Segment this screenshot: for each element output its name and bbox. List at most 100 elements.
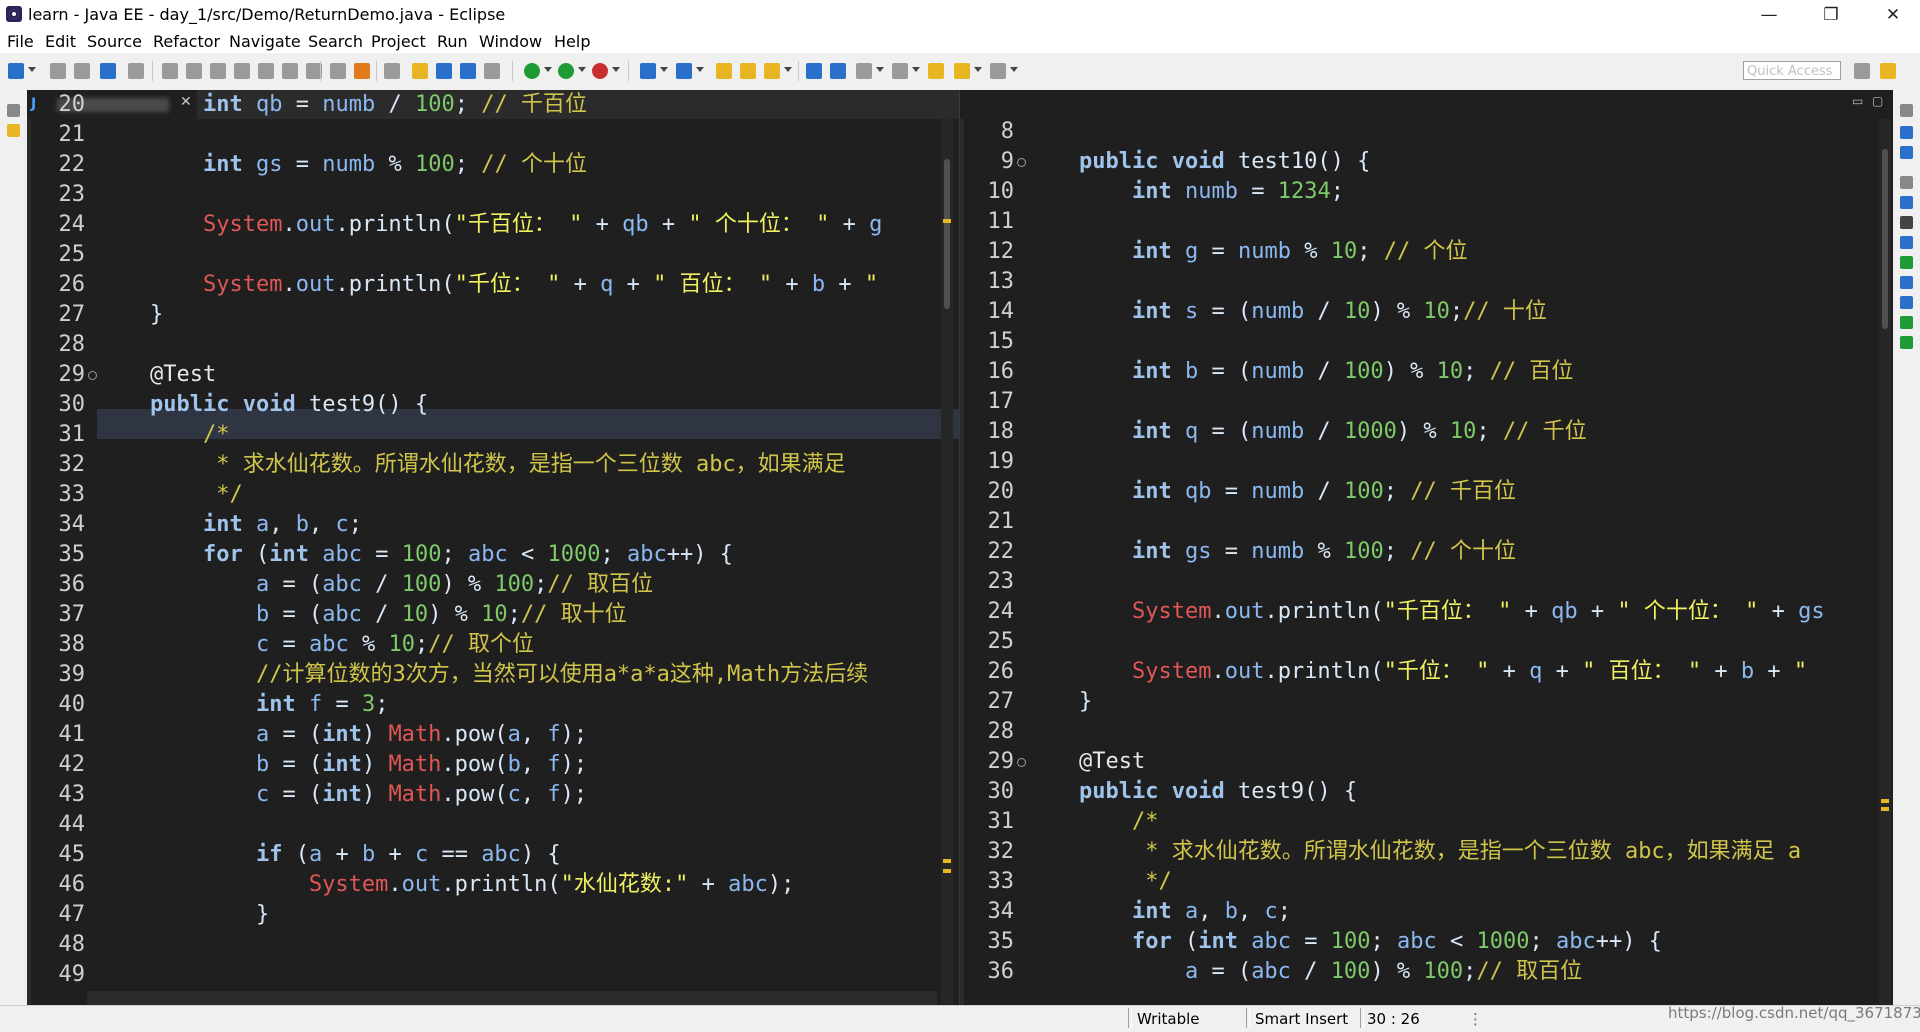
code-line[interactable]: /*: [1026, 807, 1159, 837]
code-line[interactable]: * 求水仙花数。所谓水仙花数，是指一个三位数 abc，如果满足: [97, 450, 845, 480]
code-line[interactable]: int q = (numb / 1000) % 10; // 千位: [1026, 417, 1587, 447]
console-view-icon[interactable]: [1900, 296, 1913, 309]
code-line[interactable]: int a, b, c;: [97, 510, 362, 540]
menu-run[interactable]: Run: [437, 32, 468, 51]
step-over-icon[interactable]: [282, 63, 298, 79]
use-step-filters-icon[interactable]: [354, 63, 370, 79]
horizontal-scrollbar[interactable]: [87, 991, 937, 1005]
back-arrow-icon[interactable]: [954, 63, 970, 79]
maximize-view-icon[interactable]: ▢: [1872, 94, 1883, 108]
save-all-icon[interactable]: [74, 63, 90, 79]
coverage-dropdown-icon[interactable]: [612, 67, 620, 72]
menu-help[interactable]: Help: [554, 32, 590, 51]
code-line[interactable]: public void test9() {: [1026, 777, 1357, 807]
pin-editor-icon[interactable]: [856, 63, 872, 79]
minimize-view-icon[interactable]: ▭: [1852, 94, 1863, 108]
code-line[interactable]: int g = numb % 10; // 个位: [1026, 237, 1467, 267]
block-select-icon[interactable]: [436, 63, 452, 79]
run-icon[interactable]: [558, 63, 574, 79]
last-edit-icon[interactable]: [928, 63, 944, 79]
fold-toggle-icon[interactable]: [1017, 158, 1026, 167]
word-wrap-icon[interactable]: [460, 63, 476, 79]
resume-icon[interactable]: [162, 63, 178, 79]
restore-view-icon[interactable]: [1900, 104, 1913, 117]
code-line[interactable]: int numb = 1234;: [1026, 177, 1344, 207]
code-line[interactable]: int b = (numb / 100) % 10; // 百位: [1026, 357, 1573, 387]
code-line[interactable]: }: [1026, 687, 1092, 717]
fold-toggle-icon[interactable]: [1017, 758, 1026, 767]
new-java-project-icon[interactable]: [640, 63, 656, 79]
debug-view-icon[interactable]: [1900, 336, 1913, 349]
status-insert-mode[interactable]: Smart Insert: [1255, 1010, 1348, 1028]
code-line[interactable]: if (a + b + c == abc) {: [97, 840, 561, 870]
vertical-scrollbar[interactable]: [1879, 119, 1891, 1005]
close-button[interactable]: ✕: [1870, 0, 1916, 30]
code-line[interactable]: @Test: [1026, 747, 1145, 777]
code-line[interactable]: a = (abc / 100) % 100;// 取百位: [1026, 957, 1582, 987]
search-dropdown-icon[interactable]: [784, 67, 792, 72]
open-type-icon[interactable]: [716, 63, 732, 79]
restore-button[interactable]: ❐: [1808, 0, 1854, 30]
coverage-icon[interactable]: [592, 63, 608, 79]
new-class-icon[interactable]: [676, 63, 692, 79]
overview-marker[interactable]: [1881, 807, 1889, 811]
code-line[interactable]: System.out.println("千位： " + q + " 百位： " …: [97, 270, 878, 300]
debug-dropdown-icon[interactable]: [544, 67, 552, 72]
scroll-thumb[interactable]: [1882, 149, 1888, 329]
right-editor[interactable]: ▭ ▢ 8 9 public void test10() {10 int numb…: [960, 90, 1893, 1005]
overview-marker[interactable]: [943, 859, 951, 863]
menu-navigate[interactable]: Navigate: [229, 32, 301, 51]
restore-bottom-icon[interactable]: [1900, 176, 1913, 189]
menu-refactor[interactable]: Refactor: [153, 32, 220, 51]
scroll-thumb[interactable]: [944, 159, 950, 309]
open-task-icon[interactable]: [384, 63, 400, 79]
new-dropdown-icon[interactable]: [28, 67, 36, 72]
code-line[interactable]: public void test10() {: [1026, 147, 1370, 177]
servers-icon[interactable]: [1900, 236, 1913, 249]
outline-icon[interactable]: [1900, 126, 1913, 139]
code-line[interactable]: System.out.println("水仙花数:" + abc);: [97, 870, 794, 900]
code-line[interactable]: a = (int) Math.pow(a, f);: [97, 720, 587, 750]
code-line[interactable]: public void test9() {: [97, 390, 428, 420]
forward-arrow-icon[interactable]: [990, 63, 1006, 79]
terminate-icon[interactable]: [210, 63, 226, 79]
print-icon[interactable]: [100, 63, 116, 79]
menu-project[interactable]: Project: [371, 32, 426, 51]
menu-search[interactable]: Search: [308, 32, 363, 51]
markers-icon[interactable]: [1900, 196, 1913, 209]
properties-icon[interactable]: [1900, 216, 1913, 229]
code-line[interactable]: int qb = numb / 100; // 千百位: [1026, 477, 1516, 507]
minimize-button[interactable]: —: [1746, 0, 1792, 30]
junit-icon[interactable]: [1900, 316, 1913, 329]
globe-icon[interactable]: [806, 63, 822, 79]
menu-window[interactable]: Window: [479, 32, 542, 51]
vertical-scrollbar[interactable]: [941, 119, 953, 1005]
menu-source[interactable]: Source: [87, 32, 142, 51]
code-line[interactable]: System.out.println("千百位： " + qb + " 个十位：…: [97, 210, 882, 240]
left-editor[interactable]: J ✕ 20 int qb = numb / 100; // 千百位 21 22 i…: [27, 90, 959, 1005]
data-source-icon[interactable]: [1900, 256, 1913, 269]
code-line[interactable]: }: [97, 900, 269, 930]
code-line[interactable]: b = (abc / 10) % 10;// 取十位: [97, 600, 627, 630]
debug-icon[interactable]: [524, 63, 540, 79]
code-line[interactable]: * 求水仙花数。所谓水仙花数，是指一个三位数 abc，如果满足 a: [1026, 837, 1801, 867]
disconnect-icon[interactable]: [234, 63, 250, 79]
new-class-dropdown-icon[interactable]: [696, 67, 704, 72]
code-line[interactable]: int s = (numb / 10) % 10;// 十位: [1026, 297, 1547, 327]
code-line[interactable]: //计算位数的3次方，当然可以使用a*a*a这种,Math方法后续: [97, 660, 868, 690]
forward-dropdown-icon[interactable]: [1010, 67, 1018, 72]
quick-access-input[interactable]: Quick Access: [1743, 61, 1841, 80]
code-line[interactable]: int a, b, c;: [1026, 897, 1291, 927]
save-icon[interactable]: [50, 63, 66, 79]
code-line[interactable]: int gs = numb % 100; // 个十位: [1026, 537, 1516, 567]
new-project-dropdown-icon[interactable]: [660, 67, 668, 72]
open-resource-icon[interactable]: [740, 63, 756, 79]
status-menu-icon[interactable]: ⋮: [1468, 1010, 1483, 1028]
suspend-icon[interactable]: [186, 63, 202, 79]
new-icon[interactable]: [8, 63, 24, 79]
code-line[interactable]: int qb = numb / 100; // 千百位: [97, 90, 587, 120]
task-repository-icon[interactable]: [830, 63, 846, 79]
code-line[interactable]: System.out.println("千位： " + q + " 百位： " …: [1026, 657, 1820, 687]
code-line[interactable]: for (int abc = 100; abc < 1000; abc++) {: [1026, 927, 1662, 957]
code-line[interactable]: c = (int) Math.pow(c, f);: [97, 780, 587, 810]
